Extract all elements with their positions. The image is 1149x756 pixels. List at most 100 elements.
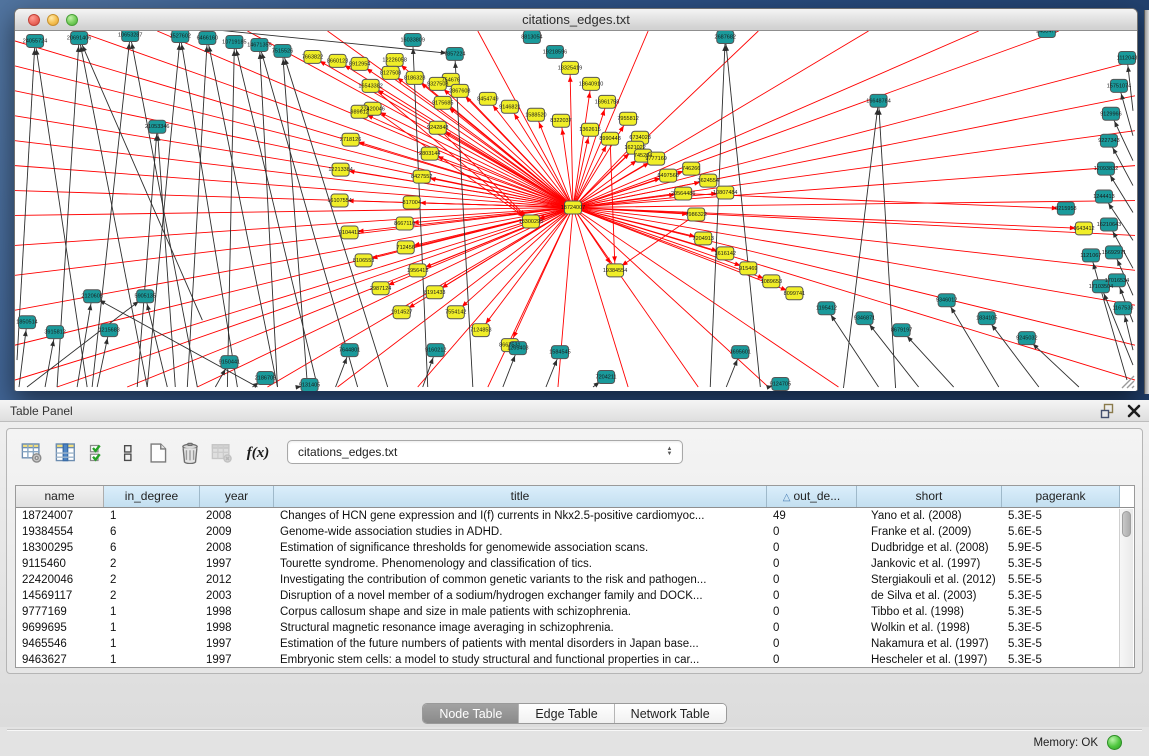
network-window[interactable]: citations_edges.txt 18724007240557242069… [14,8,1138,391]
cell-pagerank[interactable]: 5.5E-5 [1002,572,1120,588]
cell-title[interactable]: Tourette syndrome. Phenomenology and cla… [274,556,767,572]
cell-outde[interactable]: 0 [767,620,857,636]
cell-indegree[interactable]: 6 [104,524,200,540]
table-row[interactable]: 946554611997Estimation of the future num… [16,636,1134,652]
cell-pagerank[interactable]: 5.3E-5 [1002,556,1120,572]
cell-pagerank[interactable]: 5.9E-5 [1002,540,1120,556]
cell-year[interactable]: 2008 [200,540,274,556]
cell-short[interactable]: Tibbo et al. (1998) [857,604,1002,620]
cell-outde[interactable]: 0 [767,572,857,588]
table-settings-icon[interactable] [19,439,45,467]
cell-outde[interactable]: 0 [767,556,857,572]
cell-pagerank[interactable]: 5.3E-5 [1002,588,1120,604]
cell-short[interactable]: Stergiakouli et al. (2012) [857,572,1002,588]
cell-outde[interactable]: 0 [767,588,857,604]
cell-year[interactable]: 1998 [200,604,274,620]
cell-name[interactable]: 22420046 [16,572,104,588]
table-row[interactable]: 1872400712008Changes of HCN gene express… [16,508,1134,524]
cell-name[interactable]: 9699695 [16,620,104,636]
row-height-icon[interactable] [115,439,141,467]
cell-indegree[interactable]: 1 [104,652,200,668]
cell-year[interactable]: 2008 [200,508,274,524]
network-canvas[interactable]: 1872400724055724206914061065328715276026… [15,31,1137,391]
column-header-pagerank[interactable]: pagerank [1002,486,1120,507]
cell-name[interactable]: 18724007 [16,508,104,524]
cell-title[interactable]: Structural magnetic resonance image aver… [274,620,767,636]
table-row[interactable]: 969969511998Structural magnetic resonanc… [16,620,1134,636]
cell-indegree[interactable]: 2 [104,572,200,588]
function-builder-icon[interactable]: f(x) [245,439,271,467]
resize-grip-icon[interactable] [1118,372,1136,390]
cell-pagerank[interactable]: 5.3E-5 [1002,652,1120,668]
cell-title[interactable]: Corpus callosum shape and size in male p… [274,604,767,620]
cell-year[interactable]: 1997 [200,652,274,668]
cell-name[interactable]: 19384554 [16,524,104,540]
cell-outde[interactable]: 0 [767,652,857,668]
cell-name[interactable]: 9463627 [16,652,104,668]
show-columns-icon[interactable] [53,439,79,467]
create-table-icon[interactable] [145,439,171,467]
cell-title[interactable]: Embryonic stem cells: a model to study s… [274,652,767,668]
cell-outde[interactable]: 0 [767,604,857,620]
cell-short[interactable]: Hescheler et al. (1997) [857,652,1002,668]
cell-short[interactable]: Franke et al. (2009) [857,524,1002,540]
cell-name[interactable]: 9465546 [16,636,104,652]
cell-short[interactable]: Wolkin et al. (1998) [857,620,1002,636]
cell-outde[interactable]: 0 [767,636,857,652]
cell-year[interactable]: 1998 [200,620,274,636]
cell-outde[interactable]: 0 [767,524,857,540]
cell-short[interactable]: de Silva et al. (2003) [857,588,1002,604]
cell-title[interactable]: Disruption of a novel member of a sodium… [274,588,767,604]
table-vertical-scrollbar[interactable] [1119,509,1133,668]
table-row[interactable]: 1938455462009Genome-wide association stu… [16,524,1134,540]
cell-year[interactable]: 1997 [200,556,274,572]
cell-pagerank[interactable]: 5.6E-5 [1002,524,1120,540]
cell-name[interactable]: 14569117 [16,588,104,604]
cell-pagerank[interactable]: 5.3E-5 [1002,604,1120,620]
cell-name[interactable]: 18300295 [16,540,104,556]
column-header-indegree[interactable]: in_degree [104,486,200,507]
cell-year[interactable]: 2012 [200,572,274,588]
cell-title[interactable]: Estimation of the future numbers of pati… [274,636,767,652]
table-row[interactable]: 2242004622012Investigating the contribut… [16,572,1134,588]
table-row[interactable]: 911546021997Tourette syndrome. Phenomeno… [16,556,1134,572]
tab-network-table[interactable]: Network Table [615,704,726,723]
cell-title[interactable]: Estimation of significance thresholds fo… [274,540,767,556]
cell-indegree[interactable]: 6 [104,540,200,556]
cell-indegree[interactable]: 1 [104,620,200,636]
cell-year[interactable]: 2009 [200,524,274,540]
column-header-outde[interactable]: △out_de... [767,486,857,507]
column-header-name[interactable]: name [16,486,104,507]
cell-indegree[interactable]: 2 [104,556,200,572]
cell-short[interactable]: Nakamura et al. (1997) [857,636,1002,652]
column-header-year[interactable]: year [200,486,274,507]
table-row[interactable]: 1830029562008Estimation of significance … [16,540,1134,556]
cell-title[interactable]: Genome-wide association studies in ADHD. [274,524,767,540]
cell-short[interactable]: Dudbridge et al. (2008) [857,540,1002,556]
close-icon[interactable] [1126,403,1142,419]
cell-indegree[interactable]: 1 [104,636,200,652]
table-row[interactable]: 977716911998Corpus callosum shape and si… [16,604,1134,620]
column-header-title[interactable]: title [274,486,767,507]
cell-outde[interactable]: 0 [767,540,857,556]
tab-node-table[interactable]: Node Table [423,704,519,723]
cell-title[interactable]: Investigating the contribution of common… [274,572,767,588]
network-window-titlebar[interactable]: citations_edges.txt [15,9,1137,31]
cell-indegree[interactable]: 1 [104,604,200,620]
scrollbar-thumb[interactable] [1122,511,1131,537]
delete-table-icon[interactable] [177,439,203,467]
table-row[interactable]: 1456911722003Disruption of a novel membe… [16,588,1134,604]
cell-pagerank[interactable]: 5.3E-5 [1002,508,1120,524]
cell-indegree[interactable]: 2 [104,588,200,604]
float-window-icon[interactable] [1100,403,1116,419]
cell-pagerank[interactable]: 5.3E-5 [1002,620,1120,636]
cell-short[interactable]: Jankovic et al. (1997) [857,556,1002,572]
tab-edge-table[interactable]: Edge Table [519,704,614,723]
column-header-short[interactable]: short [857,486,1002,507]
cell-year[interactable]: 1997 [200,636,274,652]
cell-year[interactable]: 2003 [200,588,274,604]
cell-short[interactable]: Yano et al. (2008) [857,508,1002,524]
cell-name[interactable]: 9777169 [16,604,104,620]
cell-name[interactable]: 9115460 [16,556,104,572]
cell-indegree[interactable]: 1 [104,508,200,524]
